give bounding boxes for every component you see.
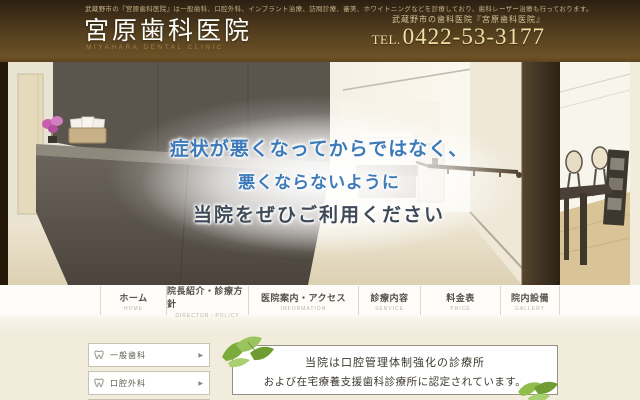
nav-bottom-fade <box>0 316 640 332</box>
tooth-icon <box>94 350 104 360</box>
nav-item-home[interactable]: ホーム HOME <box>100 286 166 315</box>
nav-label: ホーム <box>119 293 148 303</box>
certification-notice: 当院は口腔管理体制強化の診療所 および在宅療養支援歯科診療所に認定されています。 <box>232 345 558 395</box>
nav-item-director-policy[interactable]: 院長紹介・診療方針 DIRECTOR・POLICY <box>166 286 248 319</box>
sidebar-item-label: 一般歯科 <box>110 350 146 360</box>
nav-sublabel: SERVICE <box>375 306 404 312</box>
nav-sublabel: PRICE <box>450 306 471 312</box>
nav-sublabel: HOME <box>124 306 143 312</box>
phone-digits: 0422-53-3177 <box>402 24 545 49</box>
chevron-right-icon: ▶ <box>198 352 203 359</box>
page: 武蔵野市の『宮原歯科医院』は一般歯科、口腔外科、インプラント治療、訪問診療、審美… <box>0 0 640 400</box>
site-logo[interactable]: 宮原歯科医院 <box>84 11 252 47</box>
sidebar-item-general-dentistry[interactable]: 一般歯科 ▶ <box>88 343 210 367</box>
nav-label: 医院案内・アクセス <box>260 293 347 303</box>
sidebar-item-oral-surgery[interactable]: 口腔外科 ▶ <box>88 371 210 395</box>
nav-label: 院長紹介・診療方針 <box>167 286 244 309</box>
nav-sublabel: DIRECTOR・POLICY <box>175 313 240 319</box>
site-logo-subtitle: MIYAHARA DENTAL CLINIC <box>86 44 224 51</box>
main-navigation: ホーム HOME 院長紹介・診療方針 DIRECTOR・POLICY 医院案内・… <box>100 286 560 319</box>
nav-label: 診療内容 <box>370 293 409 303</box>
phone-number[interactable]: TEL. 0422-53-3177 <box>372 24 545 50</box>
tooth-icon <box>94 378 104 388</box>
phone-prefix: TEL. <box>371 32 401 47</box>
chevron-right-icon: ▶ <box>198 380 203 387</box>
hero-banner-photo: 症状が悪くなってからではなく、 悪くならないように 当院をぜひご利用ください <box>8 62 630 285</box>
nav-label: 院内設備 <box>510 293 549 303</box>
hero-catch-line-3: 当院をぜひご利用ください <box>192 205 445 226</box>
sidebar-item-label: 口腔外科 <box>110 378 146 388</box>
notice-line-2: および在宅療養支援歯科診療所に認定されています。 <box>263 377 527 388</box>
nav-sublabel: INFORMATION <box>280 306 327 312</box>
nav-item-service[interactable]: 診療内容 SERVICE <box>358 286 420 315</box>
nav-item-price[interactable]: 料金表 PRICE <box>420 286 500 315</box>
hero-catchcopy: 症状が悪くなってからではなく、 悪くならないように 当院をぜひご利用ください <box>8 134 630 227</box>
nav-sublabel: GALLERY <box>515 306 545 312</box>
nav-label: 料金表 <box>446 293 475 303</box>
nav-item-gallery[interactable]: 院内設備 GALLERY <box>500 286 560 315</box>
page-background-strip <box>0 62 8 285</box>
site-header: 武蔵野市の『宮原歯科医院』は一般歯科、口腔外科、インプラント治療、訪問診療、審美… <box>0 0 640 62</box>
hero-catch-line-1: 症状が悪くなってからではなく、 <box>169 139 469 160</box>
notice-line-1: 当院は口腔管理体制強化の診療所 <box>305 357 485 369</box>
nav-item-information-access[interactable]: 医院案内・アクセス INFORMATION <box>248 286 358 315</box>
hero-catch-line-2: 悪くならないように <box>238 173 400 192</box>
